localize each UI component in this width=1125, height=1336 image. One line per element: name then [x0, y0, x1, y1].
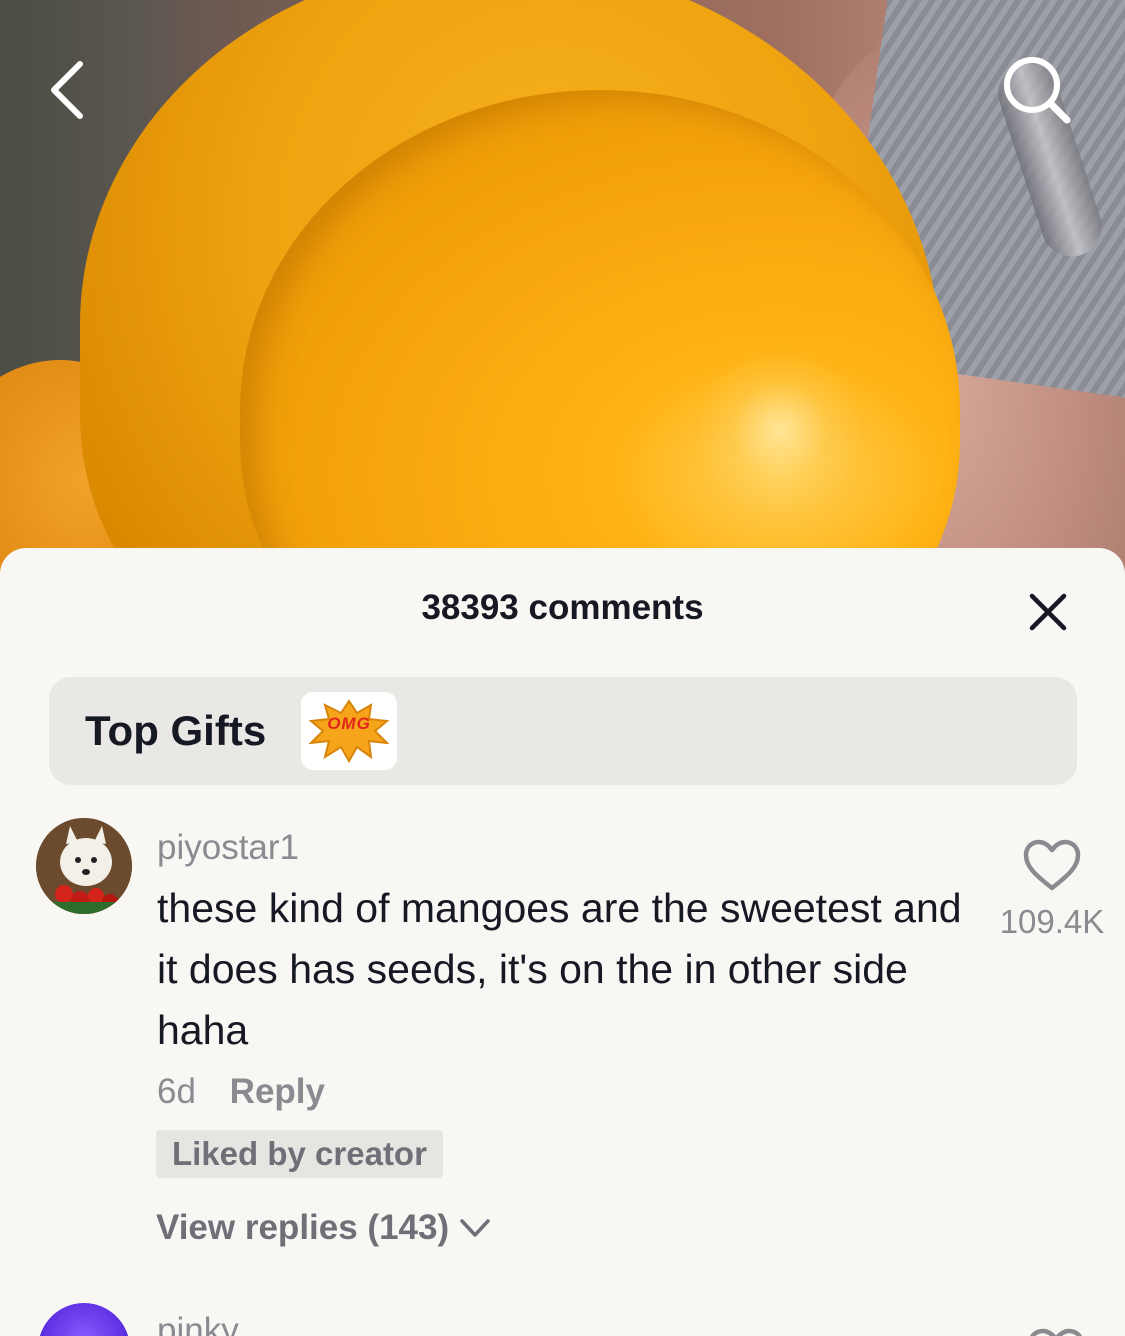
search-icon — [1004, 57, 1071, 124]
comment-age: 6d — [157, 1072, 196, 1111]
liked-by-creator-badge: Liked by creator — [156, 1130, 443, 1178]
search-button[interactable] — [997, 50, 1077, 130]
video-frame[interactable] — [0, 0, 1125, 600]
close-button[interactable] — [1020, 584, 1076, 640]
video-glint — [700, 340, 860, 520]
top-gifts-bar[interactable]: Top Gifts OMG — [49, 677, 1077, 785]
view-replies-label: View replies (143) — [156, 1208, 450, 1247]
close-icon — [1029, 593, 1067, 631]
comments-sheet: 38393 comments Top Gifts OMG piyostar1 t… — [0, 548, 1125, 1336]
like-button[interactable]: 109.4K — [990, 838, 1114, 941]
back-button[interactable] — [28, 50, 108, 130]
dog-avatar-icon — [36, 818, 132, 914]
chevron-left-icon — [51, 61, 83, 119]
gift-label: OMG — [327, 714, 371, 733]
comment-username[interactable]: pinky — [157, 1311, 239, 1336]
chevron-down-icon — [460, 1219, 490, 1237]
gift-tile[interactable]: OMG — [301, 692, 397, 770]
like-count: 109.4K — [999, 903, 1105, 940]
heart-icon[interactable] — [1026, 1327, 1086, 1336]
avatar[interactable] — [36, 818, 132, 914]
sheet-header: 38393 comments — [0, 548, 1125, 668]
comment-text: these kind of mangoes are the sweetest a… — [157, 885, 962, 1053]
view-replies-button[interactable]: View replies (143) — [156, 1208, 491, 1248]
reply-button[interactable]: Reply — [230, 1072, 325, 1111]
avatar[interactable] — [38, 1303, 130, 1336]
heart-icon — [1023, 839, 1081, 891]
top-gifts-label: Top Gifts — [85, 707, 267, 754]
comment-username[interactable]: piyostar1 — [157, 828, 299, 868]
comment-count-title: 38393 comments — [421, 588, 704, 627]
comment-meta: 6d Reply — [157, 1072, 325, 1112]
